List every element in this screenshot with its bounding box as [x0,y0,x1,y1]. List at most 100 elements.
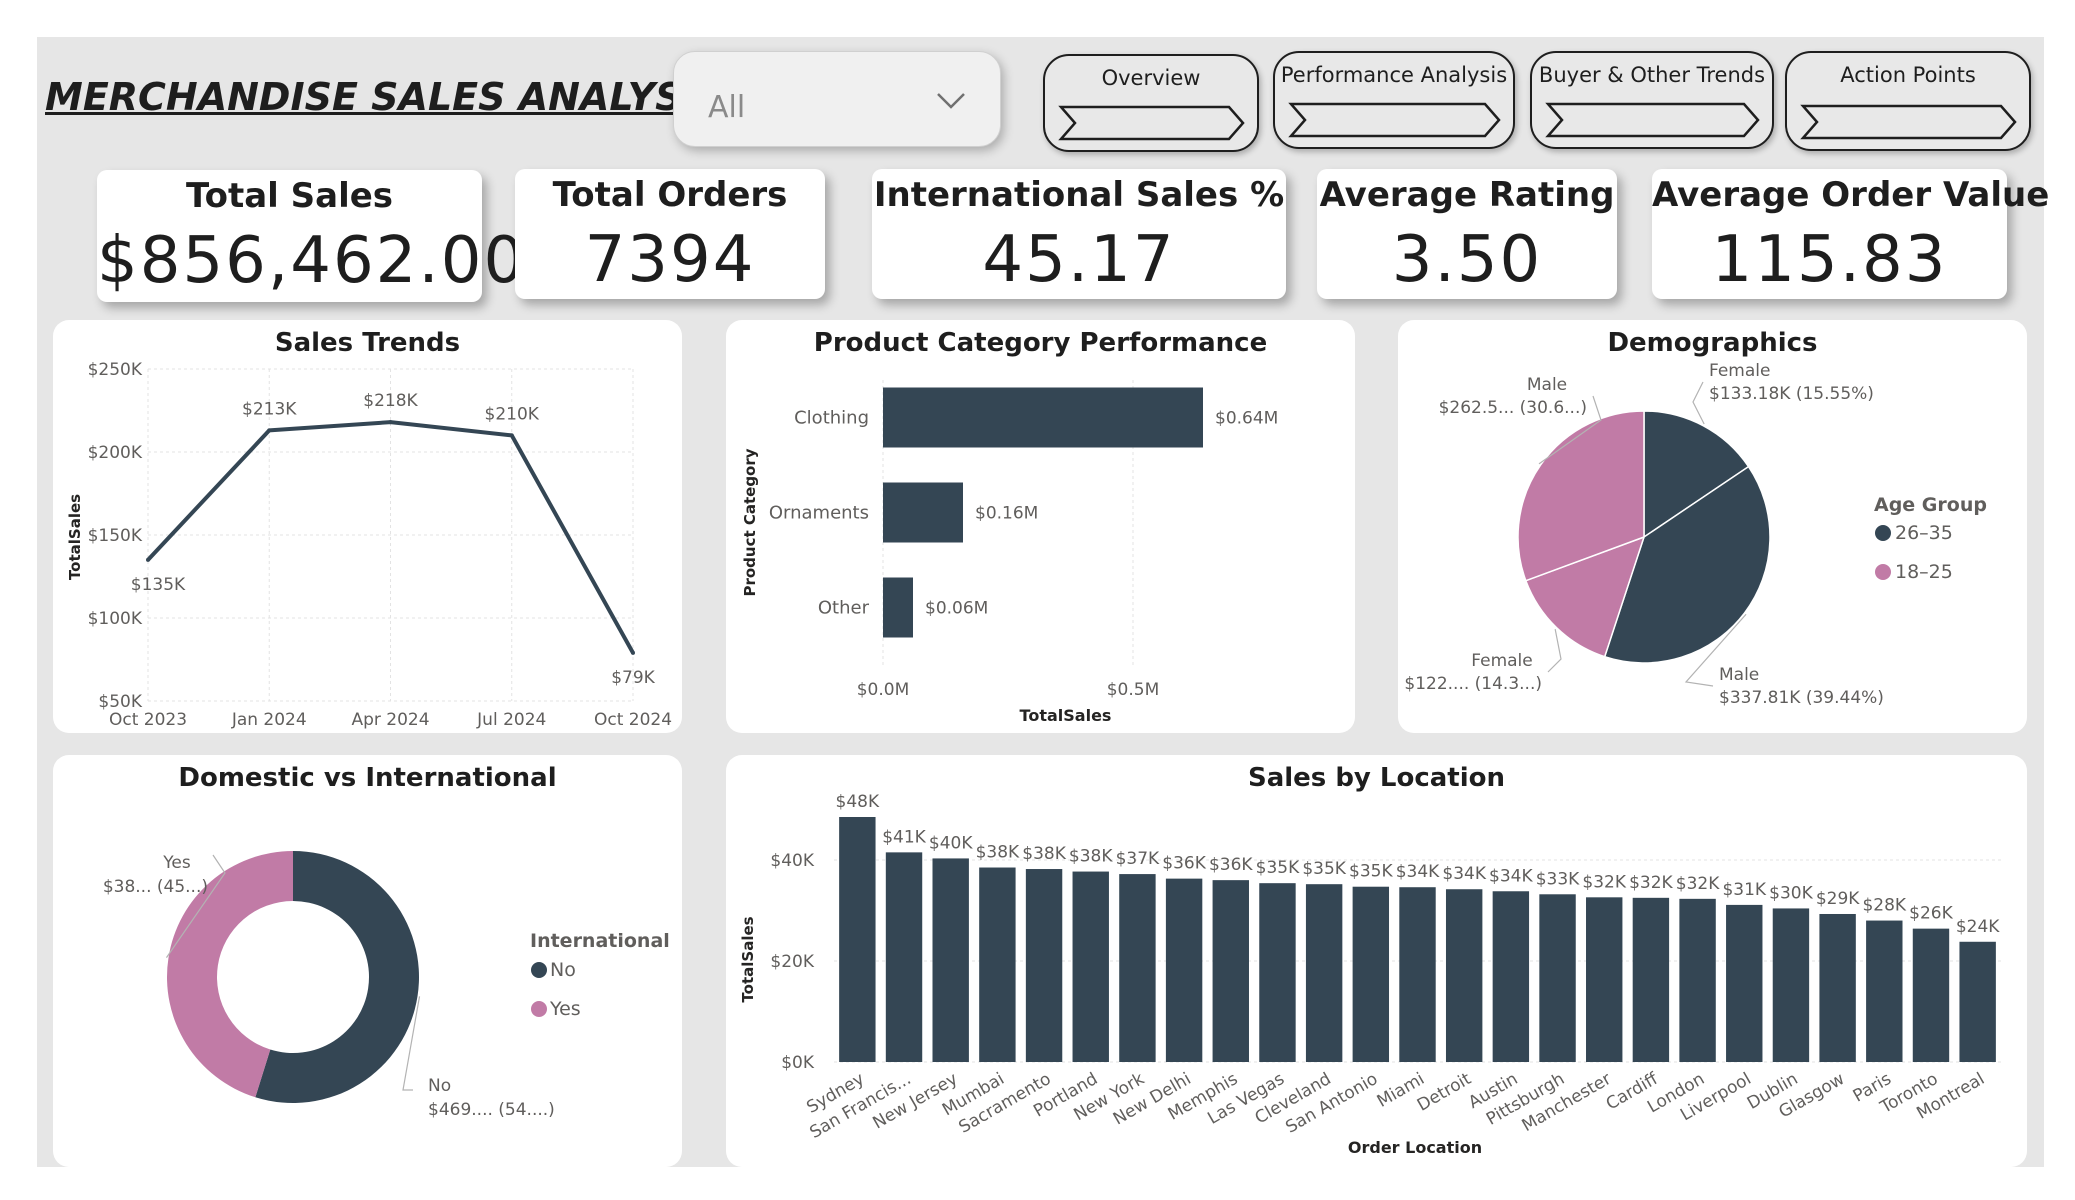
leader-line [1547,629,1562,673]
y-tick-label: $250K [88,360,143,380]
sales-by-location-chart: $0K$20K$40K$48KSydney$41KSan Francis...$… [739,792,2001,1157]
category-label: Ornaments [769,503,869,524]
legend-marker [531,962,547,978]
nav-button-label: Action Points [1840,63,1976,87]
data-label: $38K [976,843,1020,863]
kpi-label: Average Rating [1319,175,1615,215]
legend-marker [1875,564,1891,580]
data-label: $213K [242,399,297,419]
arrow-right-icon [1800,104,2017,140]
bar [1772,908,1810,1062]
domestic-international-chart: No $469.... (54....) Yes $38... (45...) Inte… [103,851,670,1120]
x-tick-label: Jan 2024 [231,710,307,730]
nav-button-label: Buyer & Other Trends [1538,63,1766,87]
slice-label: Male [1719,665,1759,685]
leader-line [1692,381,1705,425]
bar [883,482,963,543]
legend-marker [1875,525,1891,541]
bar [1679,898,1716,1062]
slice-value: $133.18K (15.55%) [1709,384,1874,404]
product-category-card: Product Category Performance $0.0M $0.5M C… [726,320,1355,733]
bar [1305,884,1343,1062]
report-canvas: MERCHANDISE SALES ANALYSIS All Overview … [37,37,2050,1167]
chevron-down-icon [937,93,965,109]
data-label: $0.16M [975,504,1038,524]
slice-value: $122.... (14.3...) [1404,674,1542,694]
bar [1072,871,1109,1062]
sales-by-location-card: Sales by Location $0K $20K $40K $48K Sydney $… [726,755,2027,1167]
data-label: $33K [1536,869,1580,889]
data-label: $35K [1302,859,1346,879]
kpi-international-sales-pct: International Sales % 45.17 [872,169,1286,299]
slice-label: Female [1471,651,1532,671]
data-label: $32K [1629,873,1673,893]
bar [1119,874,1156,1062]
data-label: $38K [1022,844,1066,864]
nav-button-label: Performance Analysis [1280,63,1508,87]
nav-performance-analysis-button[interactable]: Performance Analysis [1273,51,1515,149]
slice-value: $469.... (54....) [428,1100,555,1120]
slice-value: $38... (45...) [103,877,208,897]
data-point [509,433,514,438]
slice-label: Male [1527,375,1567,395]
kpi-label: Average Order Value [1652,175,2050,215]
nav-buyer-trends-button[interactable]: Buyer & Other Trends [1530,51,1774,149]
data-label: $26K [1909,904,1953,924]
bar [979,867,1016,1062]
kpi-value: 7394 [584,223,756,297]
legend-title: International [530,930,670,952]
data-label: $32K [1582,872,1626,892]
y-tick-label: $150K [88,526,143,546]
bar [1539,894,1576,1062]
bar [1726,904,1763,1062]
data-point [146,557,150,562]
x-axis-title: Order Location [1348,1138,1482,1157]
data-label: $36K [1209,855,1253,875]
y-tick-label: $40K [770,851,814,871]
y-tick-label: $100K [88,609,143,629]
data-label: $34K [1442,864,1486,884]
data-label: $40K [929,833,973,853]
data-label: $79K [611,668,655,688]
x-tick-label: Jul 2024 [476,710,546,730]
data-point [631,650,635,655]
data-point [267,428,272,433]
legend-item: 18–25 [1895,561,1953,583]
kpi-value: 115.83 [1711,223,1948,297]
filter-dropdown[interactable]: All [673,51,1001,147]
nav-action-points-button[interactable]: Action Points [1785,51,2031,151]
data-label: $31K [1722,880,1766,900]
demographics-card: Demographics Female $133.18K (15.55%) Male… [1398,320,2027,733]
legend-title: Age Group [1874,494,1987,516]
bar [1165,878,1203,1062]
kpi-value: 45.17 [982,223,1176,297]
data-label: $35K [1256,858,1300,878]
data-point [388,420,393,425]
bar [1445,889,1483,1062]
page-title: MERCHANDISE SALES ANALYSIS [45,75,725,119]
data-label: $35K [1349,862,1393,882]
y-axis-title: TotalSales [739,916,757,1002]
arrow-right-icon [1545,102,1760,138]
slice-label: No [428,1076,451,1096]
bar [1586,897,1623,1062]
bar [1352,886,1390,1062]
demographics-chart: Female $133.18K (15.55%) Male $337.81K (39.… [1404,361,1987,708]
y-axis-title: Product Category [741,448,759,596]
y-tick-label: $50K [98,692,142,712]
kpi-label: Total Sales [185,176,394,216]
nav-overview-button[interactable]: Overview [1043,54,1259,152]
data-label: $210K [485,404,540,424]
nav-button-label: Overview [1101,66,1201,90]
category-label: Other [818,598,870,619]
data-label: $30K [1769,883,1813,903]
data-label: $0.06M [925,599,988,619]
sales-trends-card: Sales Trends $50K $100K $150K $200K $250K Oct… [53,320,682,733]
data-label: $32K [1676,874,1720,894]
legend-marker [531,1001,547,1017]
slice-label: Female [1709,361,1770,381]
data-label: $29K [1816,889,1860,909]
y-axis-title: TotalSales [66,494,84,580]
bar [1866,920,1903,1062]
x-tick-label: Oct 2024 [594,710,672,730]
